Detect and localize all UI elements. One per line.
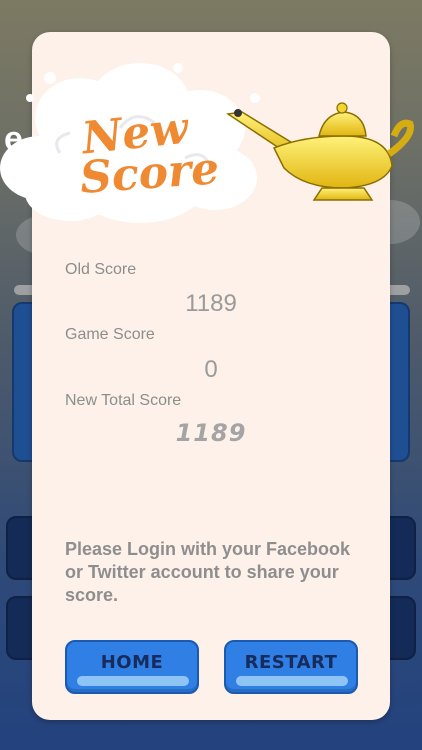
genie-lamp-icon <box>225 102 415 201</box>
login-message: Please Login with your Facebook or Twitt… <box>65 539 351 605</box>
new-total-score-label: New Total Score <box>65 392 182 409</box>
title-score: Score <box>78 143 221 204</box>
home-button[interactable]: HOME <box>65 640 199 694</box>
game-score-value: 0 <box>204 356 218 383</box>
restart-button[interactable]: RESTART <box>224 640 358 694</box>
old-score-value: 1189 <box>185 290 237 317</box>
restart-button-label: RESTART <box>244 652 338 673</box>
new-total-score-value: 1189 <box>175 419 247 447</box>
old-score-label: Old Score <box>65 261 137 278</box>
home-button-label: HOME <box>100 652 164 673</box>
button-shine <box>77 676 189 686</box>
game-score-label: Game Score <box>65 326 155 343</box>
decorative-text: e. <box>4 120 33 158</box>
button-shine <box>236 676 348 686</box>
